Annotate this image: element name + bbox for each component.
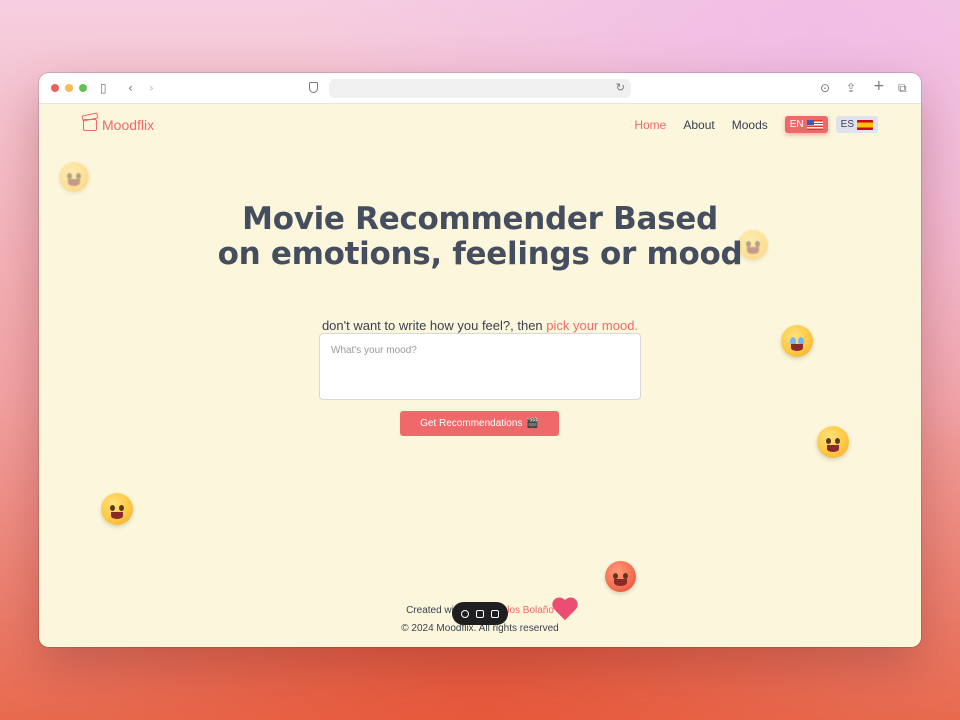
spain-flag-icon [857,119,873,130]
browser-window: ▯ ‹ › ↻ ⊙ ⇪ + ⧉ Moodflix Home About Mood… [39,73,921,647]
window-controls [51,84,87,92]
broken-heart-icon [550,598,580,620]
tongue-emoji-icon [101,493,133,525]
new-tab-icon[interactable]: + [873,79,885,93]
language-en-label: EN [789,119,804,130]
nav-about[interactable]: About [683,118,714,132]
nav-home[interactable]: Home [634,118,666,132]
download-icon[interactable]: ⊙ [820,81,830,95]
mood-input[interactable] [319,333,641,400]
language-es-button[interactable]: ES [835,116,878,133]
tab-overview-icon[interactable]: ⧉ [898,81,907,95]
author-link[interactable]: rlos Bolaño [504,605,554,616]
get-recommendations-button[interactable]: Get Recommendations 🎬 [400,411,559,436]
get-recommendations-label: Get Recommendations [420,418,523,429]
back-icon[interactable]: ‹ [128,81,133,95]
share-icon[interactable]: ⇪ [846,81,856,95]
zoom-window-button[interactable] [79,84,87,92]
floating-emoji-icon [59,162,89,192]
privacy-shield-icon[interactable] [309,82,318,93]
brand-name: Moodflix [102,117,155,133]
pick-mood-link[interactable]: pick your mood. [546,318,638,333]
hero-subtitle: don't want to write how you feel?, then … [39,318,921,333]
language-es-label: ES [840,119,854,130]
us-flag-icon [806,119,823,130]
grinning-emoji-icon [817,426,849,458]
angry-emoji-icon [605,561,636,592]
address-bar[interactable]: ↻ [329,79,631,98]
hero-title: Movie Recommender Based on emotions, fee… [39,202,921,272]
nav-moods[interactable]: Moods [732,118,768,132]
page-content: Moodflix Home About Moods EN ES Movie Re… [39,104,921,647]
language-en-button[interactable]: EN [784,116,828,133]
comment-icon[interactable] [461,609,470,618]
clapperboard-emoji-icon: 🎬 [526,418,539,429]
brand-logo[interactable]: Moodflix [83,117,154,133]
minimize-window-button[interactable] [65,84,73,92]
sidebar-icon[interactable]: ▯ [100,81,107,95]
close-window-button[interactable] [51,84,59,92]
footer-credit-prefix: Created wi [406,605,454,616]
subtitle-text: don't want to write how you feel?, then [321,318,547,333]
reload-icon[interactable]: ↻ [616,81,625,94]
hero-title-line2: on emotions, feelings or mood [217,236,743,272]
book-icon[interactable] [490,609,499,618]
screen-icon[interactable] [475,609,484,618]
clapperboard-icon [83,119,97,131]
floating-toolbar [452,602,508,625]
main-nav: Home About Moods EN ES [617,116,878,133]
hero-title-line1: Movie Recommender Based [242,201,718,237]
browser-toolbar: ▯ ‹ › ↻ ⊙ ⇪ + ⧉ [39,73,921,104]
forward-icon[interactable]: › [149,81,154,95]
